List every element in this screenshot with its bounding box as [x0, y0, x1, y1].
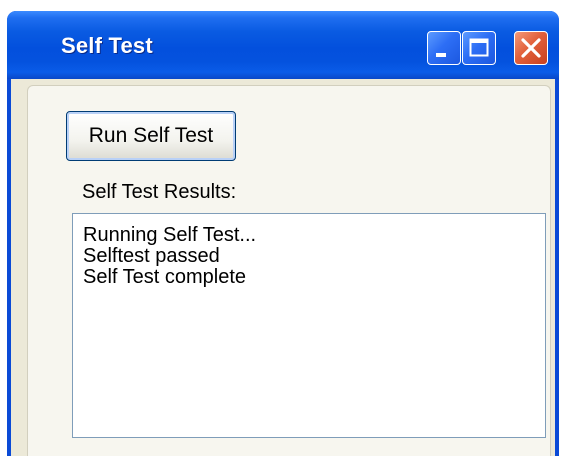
window-title: Self Test	[61, 33, 153, 58]
results-textbox[interactable]: Running Self Test... Selftest passed Sel…	[72, 213, 546, 438]
run-self-test-button[interactable]: Run Self Test	[66, 111, 236, 161]
results-line: Running Self Test...	[83, 224, 257, 246]
results-label: Self Test Results:	[82, 181, 237, 203]
maximize-button[interactable]	[462, 31, 496, 65]
minimize-button[interactable]	[427, 31, 461, 65]
results-line: Self Test complete	[83, 266, 247, 288]
window-client-area: Run Self Test Self Test Results: Running…	[11, 79, 555, 456]
dialog-panel: Run Self Test Self Test Results: Running…	[27, 85, 551, 456]
self-test-window: Self Test Run Self Test Self Test Result…	[7, 11, 559, 456]
close-icon	[521, 38, 541, 58]
title-bar[interactable]: Self Test	[7, 11, 559, 79]
minimize-icon	[436, 53, 446, 57]
close-button[interactable]	[514, 31, 548, 65]
maximize-icon	[469, 38, 489, 57]
results-line: Selftest passed	[83, 245, 220, 267]
